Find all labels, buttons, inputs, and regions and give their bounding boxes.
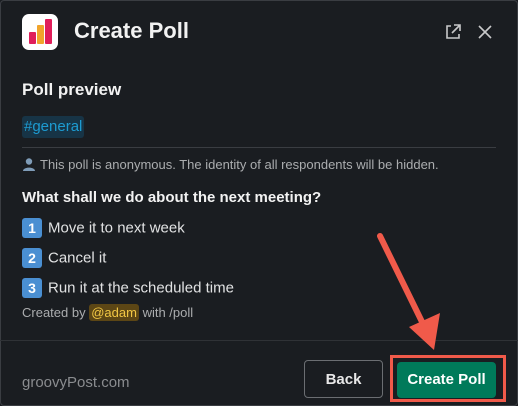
poll-question: What shall we do about the next meeting? [22, 189, 322, 206]
close-icon[interactable] [473, 20, 497, 44]
poll-option-label: Run it at the scheduled time [48, 279, 234, 297]
poll-option: 3 Run it at the scheduled time [22, 278, 234, 298]
anonymous-notice: This poll is anonymous. The identity of … [22, 157, 439, 174]
user-mention[interactable]: @adam [89, 304, 139, 321]
poll-option: 1 Move it to next week [22, 218, 185, 238]
poll-option: 2 Cancel it [22, 248, 106, 268]
modal-title: Create Poll [74, 18, 189, 43]
section-divider [22, 147, 496, 148]
keycap-3-icon: 3 [22, 278, 42, 298]
watermark: groovyPost.com [22, 374, 130, 391]
keycap-1-icon: 1 [22, 218, 42, 238]
poll-option-label: Cancel it [48, 249, 107, 267]
poll-preview-heading: Poll preview [22, 80, 122, 99]
keycap-2-icon: 2 [22, 248, 42, 268]
anonymous-notice-text: This poll is anonymous. The identity of … [40, 157, 439, 172]
created-by-prefix: Created by [22, 305, 86, 320]
create-poll-button[interactable]: Create Poll [397, 362, 496, 398]
channel-link[interactable]: #general [22, 116, 85, 138]
poll-option-label: Move it to next week [48, 219, 185, 237]
created-by-line: Created by @adam with /poll [22, 304, 194, 321]
back-button[interactable]: Back [304, 360, 383, 398]
poll-app-icon [22, 14, 58, 50]
footer-divider [0, 340, 518, 341]
popout-icon[interactable] [441, 20, 465, 44]
created-by-suffix: with /poll [142, 305, 194, 320]
modal-header: Create Poll [0, 0, 518, 64]
person-icon [22, 157, 36, 174]
